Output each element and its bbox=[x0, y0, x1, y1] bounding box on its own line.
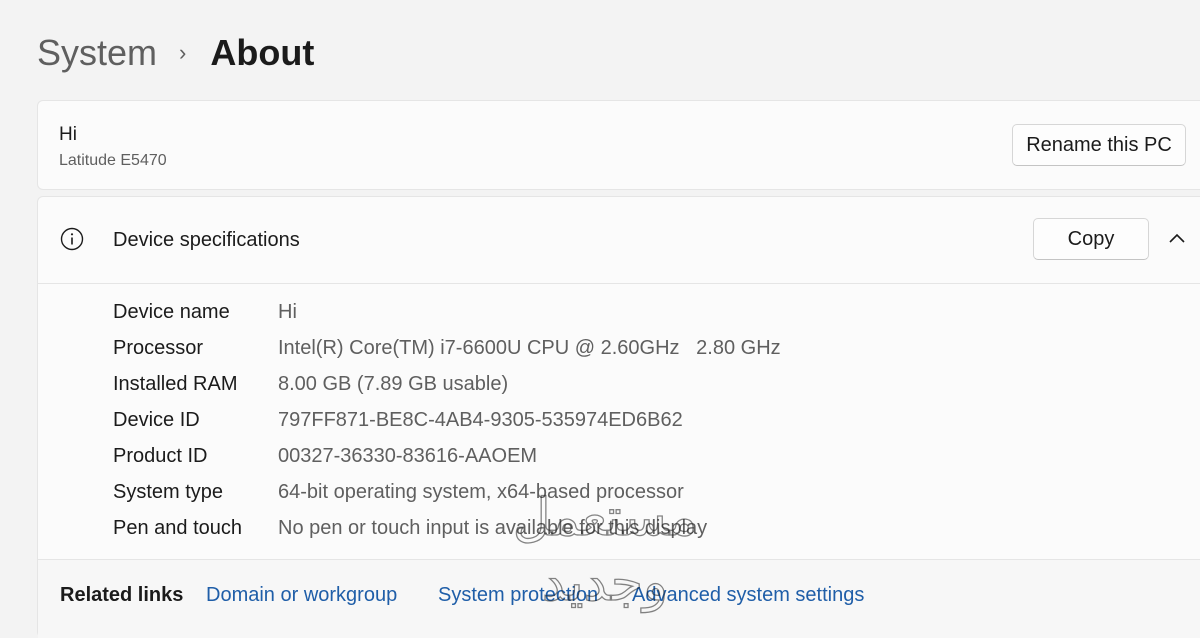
spec-value: 797FF871-BE8C-4AB4-9305-535974ED6B62 bbox=[278, 408, 683, 431]
page-title: About bbox=[210, 32, 315, 73]
spec-value: Hi bbox=[278, 300, 297, 323]
spec-value: 64-bit operating system, x64-based proce… bbox=[278, 480, 684, 503]
spec-value: 8.00 GB (7.89 GB usable) bbox=[278, 372, 509, 395]
related-links-title: Related links bbox=[60, 584, 184, 606]
spec-label: Device name bbox=[113, 300, 230, 323]
device-specifications-title: Device specifications bbox=[113, 229, 300, 251]
copy-button[interactable]: Copy bbox=[1033, 218, 1149, 260]
system-protection-link[interactable]: System protection bbox=[438, 584, 598, 607]
spec-row-device-id: Device ID 797FF871-BE8C-4AB4-9305-535974… bbox=[113, 405, 683, 435]
spec-row-device-name: Device name Hi bbox=[113, 297, 297, 327]
spec-row-processor: Processor Intel(R) Core(TM) i7-6600U CPU… bbox=[113, 333, 781, 363]
spec-label: Processor bbox=[113, 336, 204, 359]
breadcrumb-system-link[interactable]: System bbox=[37, 32, 157, 74]
advanced-system-settings-link[interactable]: Advanced system settings bbox=[632, 584, 864, 607]
spec-row-installed-ram: Installed RAM 8.00 GB (7.89 GB usable) bbox=[113, 369, 508, 399]
spec-label: Installed RAM bbox=[113, 372, 238, 395]
rename-pc-button[interactable]: Rename this PC bbox=[1012, 124, 1186, 166]
spec-value: 00327-36330-83616-AAOEM bbox=[278, 444, 538, 467]
breadcrumb: System › About bbox=[37, 30, 314, 76]
pc-name: Hi bbox=[59, 124, 77, 145]
pc-name-card: Hi Latitude E5470 Rename this PC bbox=[37, 100, 1200, 190]
info-icon bbox=[60, 227, 84, 251]
chevron-up-icon[interactable] bbox=[1166, 231, 1188, 247]
spec-label: Device ID bbox=[113, 408, 200, 431]
spec-row-system-type: System type 64-bit operating system, x64… bbox=[113, 477, 684, 507]
related-links-bar: Related links Domain or workgroup System… bbox=[38, 559, 1200, 638]
device-specifications-header[interactable]: Device specifications Copy bbox=[38, 197, 1200, 284]
spec-label: System type bbox=[113, 480, 224, 503]
domain-or-workgroup-link[interactable]: Domain or workgroup bbox=[206, 584, 397, 607]
spec-row-product-id: Product ID 00327-36330-83616-AAOEM bbox=[113, 441, 537, 471]
device-specifications-card: Device specifications Copy Device name H… bbox=[37, 196, 1200, 638]
pc-model: Latitude E5470 bbox=[59, 152, 167, 169]
breadcrumb-separator: › bbox=[179, 40, 187, 65]
spec-label: Pen and touch bbox=[113, 516, 242, 539]
spec-row-pen-and-touch: Pen and touch No pen or touch input is a… bbox=[113, 513, 707, 543]
spec-value: No pen or touch input is available for t… bbox=[278, 516, 708, 539]
spec-value: Intel(R) Core(TM) i7-6600U CPU @ 2.60GHz… bbox=[278, 336, 781, 359]
spec-label: Product ID bbox=[113, 444, 208, 467]
